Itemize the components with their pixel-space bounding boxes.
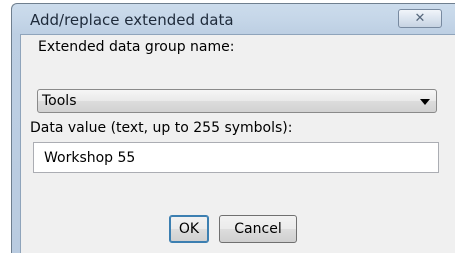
close-icon: ✕ bbox=[414, 11, 426, 26]
ok-button[interactable]: OK bbox=[169, 215, 209, 243]
dialog-window: Add/replace extended data ✕ Extended dat… bbox=[11, 3, 455, 253]
title-bar[interactable]: Add/replace extended data ✕ bbox=[12, 4, 455, 34]
close-button[interactable]: ✕ bbox=[398, 9, 442, 28]
dialog-title: Add/replace extended data bbox=[30, 11, 234, 29]
data-value-input[interactable] bbox=[33, 142, 439, 173]
data-value-label: Data value (text, up to 255 symbols): bbox=[30, 120, 293, 136]
group-name-label: Extended data group name: bbox=[38, 39, 235, 55]
group-name-selected-value: Tools bbox=[42, 93, 77, 109]
dialog-content: Extended data group name: Tools Data val… bbox=[20, 34, 455, 253]
chevron-down-icon[interactable] bbox=[420, 99, 430, 105]
group-name-dropdown[interactable]: Tools bbox=[37, 89, 437, 113]
cancel-button[interactable]: Cancel bbox=[219, 215, 297, 243]
